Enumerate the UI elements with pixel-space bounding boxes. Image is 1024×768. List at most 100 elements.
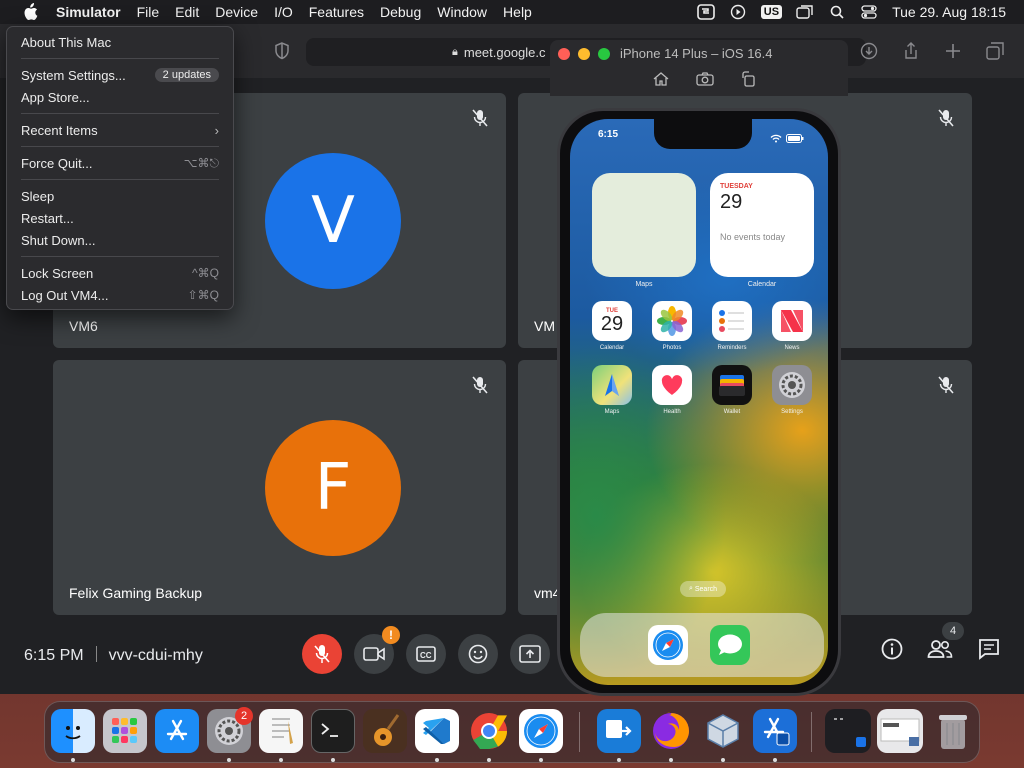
menu-item-sleep[interactable]: Sleep — [13, 185, 227, 207]
menu-item-system-settings[interactable]: System Settings... 2 updates — [13, 64, 227, 86]
running-indicator — [539, 758, 543, 762]
apple-menu-icon[interactable] — [18, 2, 42, 22]
menu-app-name[interactable]: Simulator — [42, 0, 129, 24]
home-icon[interactable] — [652, 70, 670, 88]
maps-widget[interactable] — [592, 173, 696, 277]
safari-icon[interactable] — [519, 709, 563, 753]
wallet-icon[interactable] — [712, 365, 752, 405]
garageband-icon[interactable] — [363, 709, 407, 753]
captions-button[interactable]: CC — [406, 634, 446, 674]
menu-item-force-quit[interactable]: Force Quit... ⌥⌘⎋ — [13, 152, 227, 174]
calendar-app-date: 29 — [600, 313, 624, 335]
zoom-window-button[interactable] — [598, 48, 610, 60]
screens-icon[interactable] — [597, 709, 641, 753]
minimize-window-button[interactable] — [578, 48, 590, 60]
people-icon[interactable] — [927, 636, 953, 662]
chrome-icon[interactable] — [467, 709, 511, 753]
ios-status-time: 6:15 — [598, 129, 619, 140]
lock-icon: 🔒︎ — [452, 45, 458, 58]
input-source-badge[interactable]: US — [760, 5, 783, 19]
settings-icon[interactable] — [772, 365, 812, 405]
screens-status-icon[interactable] — [696, 4, 715, 20]
menu-item-about[interactable]: About This Mac — [13, 31, 227, 53]
running-indicator — [617, 758, 621, 762]
menu-separator — [21, 256, 219, 257]
menu-item-label: System Settings... — [21, 67, 126, 83]
menu-item-shut-down[interactable]: Shut Down... — [13, 229, 227, 251]
running-indicator — [435, 758, 439, 762]
menu-item-log-out[interactable]: Log Out VM4... ⇧⌘Q — [13, 284, 227, 306]
running-indicator — [669, 758, 673, 762]
meeting-details-icon[interactable] — [879, 636, 905, 662]
menu-separator — [21, 58, 219, 59]
battery-icon — [786, 130, 804, 148]
spotlight-search-icon[interactable] — [828, 4, 846, 20]
menu-bar: Simulator File Edit Device I/O Features … — [0, 0, 1024, 24]
apple-menu-dropdown: About This Mac System Settings... 2 upda… — [6, 26, 234, 310]
control-center-icon[interactable] — [860, 4, 878, 20]
privacy-shield-icon[interactable] — [274, 42, 292, 60]
menu-io[interactable]: I/O — [266, 0, 301, 24]
calendar-widget[interactable]: TUESDAY 29 No events today — [710, 173, 814, 277]
screenshot-camera-icon[interactable] — [696, 70, 714, 88]
menu-separator — [21, 179, 219, 180]
menu-file[interactable]: File — [129, 0, 168, 24]
vscode-icon[interactable] — [415, 709, 459, 753]
minimized-window-thumbnail[interactable] — [825, 709, 871, 753]
safari-icon[interactable] — [648, 625, 688, 665]
menu-item-app-store[interactable]: App Store... — [13, 86, 227, 108]
menu-item-lock-screen[interactable]: Lock Screen ^⌘Q — [13, 262, 227, 284]
menu-debug[interactable]: Debug — [372, 0, 429, 24]
present-screen-button[interactable] — [510, 634, 550, 674]
svg-text:CC: CC — [420, 651, 432, 660]
menu-bar-clock[interactable]: Tue 29. Aug 18:15 — [892, 4, 1006, 20]
menu-item-restart[interactable]: Restart... — [13, 207, 227, 229]
settings-notification-badge: 2 — [235, 707, 253, 725]
participant-name: VM6 — [69, 318, 98, 334]
participant-tile[interactable]: F Felix Gaming Backup — [53, 360, 506, 615]
iphone-home-screen[interactable]: 6:15 Maps TUESDAY 29 No events today Cal… — [570, 119, 828, 685]
play-status-icon[interactable] — [729, 4, 747, 20]
rotate-icon[interactable] — [740, 70, 758, 88]
microphone-toggle-button[interactable] — [302, 634, 342, 674]
home-search-pill[interactable]: ⌕ Search — [680, 581, 726, 597]
launchpad-icon[interactable] — [103, 709, 147, 753]
health-icon[interactable] — [652, 365, 692, 405]
reactions-button[interactable] — [458, 634, 498, 674]
menu-features[interactable]: Features — [301, 0, 372, 24]
window-status-icon[interactable] — [796, 4, 814, 20]
photos-icon[interactable] — [652, 301, 692, 341]
menu-device[interactable]: Device — [207, 0, 266, 24]
menu-window[interactable]: Window — [429, 0, 495, 24]
menu-item-recent-items[interactable]: Recent Items › — [13, 119, 227, 141]
menu-help[interactable]: Help — [495, 0, 540, 24]
chat-icon[interactable] — [976, 636, 1002, 662]
close-window-button[interactable] — [558, 48, 570, 60]
running-indicator — [227, 758, 231, 762]
camera-toggle-button[interactable]: ! — [354, 626, 400, 674]
news-icon[interactable] — [772, 301, 812, 341]
reminders-icon[interactable] — [712, 301, 752, 341]
simulator-titlebar[interactable]: iPhone 14 Plus – iOS 16.4 — [550, 40, 848, 96]
tab-overview-icon[interactable] — [984, 40, 1006, 62]
minimized-window-thumbnail[interactable] — [877, 709, 923, 753]
calendar-app-icon[interactable]: TUE 29 — [592, 301, 632, 341]
share-icon[interactable] — [900, 40, 922, 62]
simulator-icon[interactable] — [753, 709, 797, 753]
new-tab-icon[interactable] — [942, 40, 964, 62]
trash-icon[interactable] — [931, 709, 975, 753]
menu-item-label: Log Out VM4... — [21, 287, 109, 303]
download-icon[interactable] — [858, 40, 880, 62]
firefox-icon[interactable] — [649, 709, 693, 753]
terminal-icon[interactable] — [311, 709, 355, 753]
virtualbox-icon[interactable] — [701, 709, 745, 753]
textedit-icon[interactable] — [259, 709, 303, 753]
app-label: Wallet — [723, 409, 741, 415]
finder-icon[interactable] — [51, 709, 95, 753]
messages-icon[interactable] — [710, 625, 750, 665]
dynamic-notch — [654, 119, 752, 149]
maps-icon[interactable] — [592, 365, 632, 405]
participant-avatar: F — [265, 420, 401, 556]
menu-edit[interactable]: Edit — [167, 0, 207, 24]
app-store-icon[interactable] — [155, 709, 199, 753]
